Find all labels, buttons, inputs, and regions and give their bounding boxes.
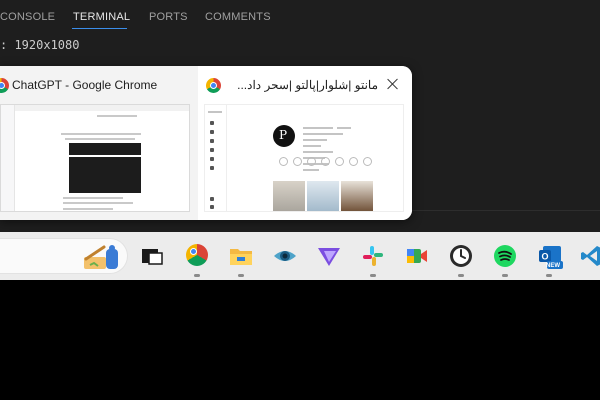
panel-tab-bar: CONSOLE TERMINAL PORTS COMMENTS <box>0 0 600 34</box>
window-preview-instagram[interactable]: مانتو |شلوار|پالتو |سحر داد... <box>198 66 412 220</box>
window-title: ChatGPT - Google Chrome <box>12 78 158 92</box>
story-highlight <box>321 157 330 166</box>
tab-console[interactable]: CONSOLE <box>0 11 55 23</box>
running-indicator <box>194 274 200 277</box>
running-indicator <box>502 274 508 277</box>
profile-avatar <box>273 125 295 147</box>
new-badge: NEW <box>546 263 560 269</box>
story-highlight <box>363 157 372 166</box>
thumbnail-code-block <box>69 157 141 193</box>
window-preview-chatgpt[interactable]: ChatGPT - Google Chrome <box>0 66 198 220</box>
tab-ports[interactable]: PORTS <box>149 11 188 23</box>
thumbnail-sidebar <box>1 105 15 211</box>
search-widget-icon[interactable] <box>80 243 124 271</box>
chrome-icon <box>0 78 9 93</box>
post-thumbnail <box>307 181 339 211</box>
tab-terminal[interactable]: TERMINAL <box>73 11 130 23</box>
svg-text:O: O <box>541 252 548 262</box>
task-view-icon[interactable] <box>140 244 164 268</box>
window-thumbnail[interactable] <box>0 104 190 212</box>
post-thumbnail <box>341 181 373 211</box>
eye-icon[interactable] <box>273 244 297 268</box>
clock-app-icon[interactable] <box>449 244 473 268</box>
story-highlight <box>279 157 288 166</box>
story-highlight <box>293 157 302 166</box>
spotify-icon[interactable] <box>493 244 517 268</box>
proton-vpn-icon[interactable] <box>317 244 341 268</box>
story-highlight <box>335 157 344 166</box>
close-icon[interactable] <box>386 77 400 91</box>
running-indicator <box>370 274 376 277</box>
active-tab-indicator <box>72 28 127 29</box>
chrome-icon <box>206 78 221 93</box>
vscode-icon[interactable] <box>580 244 600 268</box>
google-meet-icon[interactable] <box>405 244 429 268</box>
search-box[interactable] <box>0 238 128 274</box>
terminal-output-line[interactable]: : 1920x1080 <box>0 38 79 52</box>
post-thumbnail <box>273 181 305 211</box>
running-indicator <box>238 274 244 277</box>
thumbnail-sidebar <box>205 105 227 211</box>
tab-comments[interactable]: COMMENTS <box>205 11 271 23</box>
panel-divider <box>410 210 600 211</box>
slack-icon[interactable] <box>361 244 385 268</box>
story-highlight <box>307 157 316 166</box>
file-explorer-icon[interactable] <box>229 244 253 268</box>
running-indicator <box>458 274 464 277</box>
story-highlight <box>349 157 358 166</box>
chrome-window-previews: ChatGPT - Google Chrome مانتو |شلوار|پال… <box>0 66 412 220</box>
running-indicator <box>546 274 552 277</box>
window-title: مانتو |شلوار|پالتو |سحر داد... <box>237 78 378 92</box>
window-thumbnail[interactable] <box>204 104 404 212</box>
chrome-icon[interactable] <box>186 244 208 266</box>
thumbnail-code-block <box>69 143 141 155</box>
taskbar: O NEW <box>0 232 600 280</box>
